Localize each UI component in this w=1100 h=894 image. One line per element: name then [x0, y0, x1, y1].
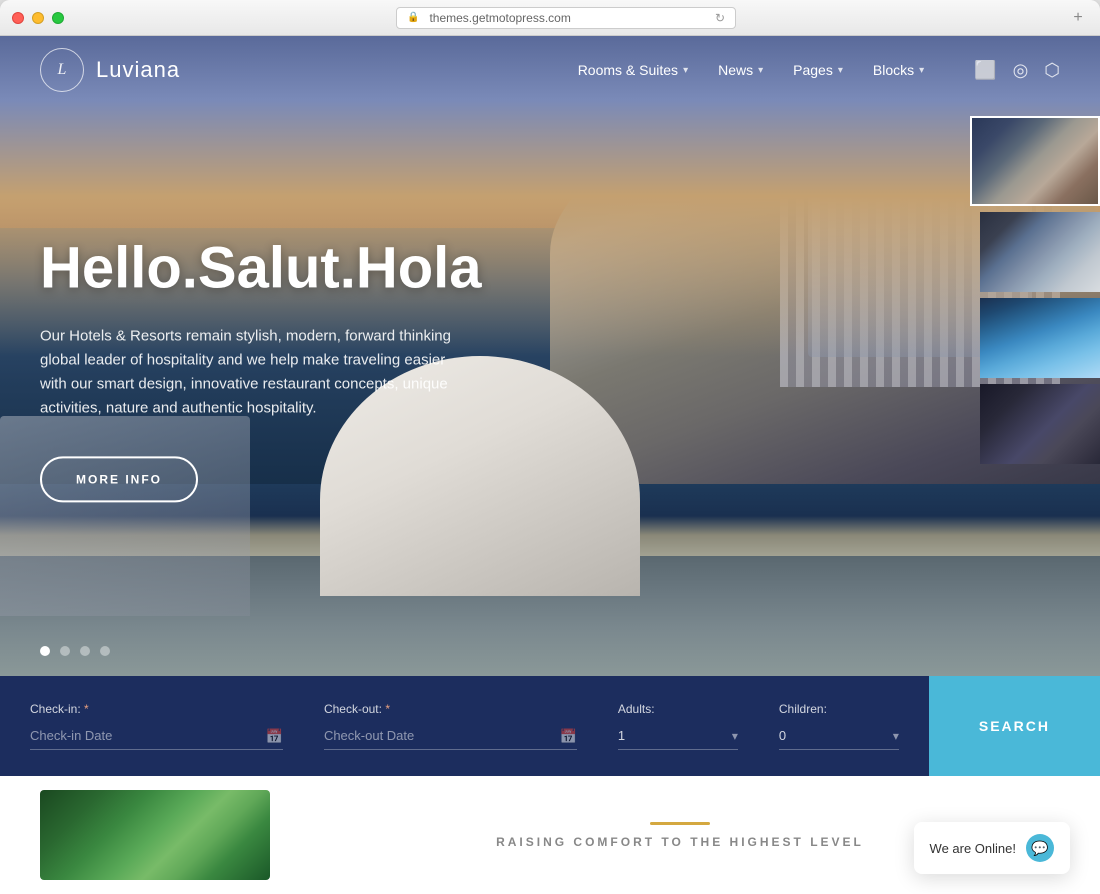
gallery-thumb-1[interactable]: [970, 116, 1100, 206]
bottom-section: RAISING COMFORT TO THE HIGHEST LEVEL We …: [0, 776, 1100, 894]
gallery-thumb-3[interactable]: [980, 298, 1100, 378]
chevron-down-icon: ▾: [683, 65, 688, 76]
hero-content: Hello.Salut.Hola Our Hotels & Resorts re…: [40, 236, 482, 502]
slide-dot-3[interactable]: [80, 646, 90, 656]
brand-name: Luviana: [96, 57, 180, 83]
checkin-required: *: [84, 702, 89, 716]
chevron-down-icon: ▾: [758, 65, 763, 76]
slide-dots: [40, 646, 110, 656]
site-content: L Luviana Rooms & Suites ▾ News ▾ Pages: [0, 36, 1100, 894]
hero-subtitle: Our Hotels & Resorts remain stylish, mod…: [40, 324, 470, 420]
gallery-thumb-4[interactable]: [980, 384, 1100, 464]
hero-gallery: [900, 116, 1100, 464]
nav-rooms-suites[interactable]: Rooms & Suites ▾: [578, 62, 688, 78]
adults-select-wrap: 1 2 3 4: [618, 722, 738, 750]
adults-select[interactable]: 1 2 3 4: [618, 722, 738, 750]
calendar-icon-2: 📅: [559, 728, 576, 745]
nav-blocks[interactable]: Blocks ▾: [873, 62, 924, 78]
address-bar[interactable]: 🔒 themes.getmotopress.com ↻: [396, 7, 736, 29]
checkout-required: *: [385, 702, 390, 716]
close-button[interactable]: [12, 12, 24, 24]
new-tab-button[interactable]: +: [1068, 8, 1088, 28]
nav-links: Rooms & Suites ▾ News ▾ Pages ▾ Blocks ▾: [578, 60, 1060, 81]
hero-section: L Luviana Rooms & Suites ▾ News ▾ Pages: [0, 36, 1100, 676]
checkin-label: Check-in: *: [30, 702, 283, 716]
tripadvisor-icon[interactable]: ◎: [1013, 60, 1029, 81]
refresh-icon[interactable]: ↻: [715, 11, 725, 25]
chat-widget[interactable]: We are Online! 💬: [914, 822, 1070, 874]
booking-bar: Check-in: * 📅 Check-out: *: [0, 676, 1100, 776]
nav-logo[interactable]: L Luviana: [40, 48, 180, 92]
bottom-thumbnail: [40, 790, 270, 880]
checkout-input[interactable]: [324, 722, 577, 750]
lock-icon: 🔒: [407, 12, 419, 23]
slide-dot-1[interactable]: [40, 646, 50, 656]
minimize-button[interactable]: [32, 12, 44, 24]
url-text: themes.getmotopress.com: [429, 11, 570, 25]
address-bar-container: 🔒 themes.getmotopress.com ↻: [72, 7, 1060, 29]
booking-fields: Check-in: * 📅 Check-out: *: [0, 676, 929, 776]
gallery-thumb-2[interactable]: [980, 212, 1100, 292]
adults-label: Adults:: [618, 702, 738, 716]
navbar: L Luviana Rooms & Suites ▾ News ▾ Pages: [0, 36, 1100, 104]
children-field: Children: 0 1 2 3: [779, 702, 899, 750]
slide-dot-4[interactable]: [100, 646, 110, 656]
children-label: Children:: [779, 702, 899, 716]
chat-label: We are Online!: [930, 841, 1016, 856]
checkout-field: Check-out: * 📅: [324, 702, 577, 750]
checkin-input[interactable]: [30, 722, 283, 750]
tagline-line: [650, 822, 710, 825]
search-button[interactable]: SEARCH: [929, 676, 1100, 776]
chat-icon: 💬: [1026, 834, 1054, 862]
maximize-button[interactable]: [52, 12, 64, 24]
calendar-icon: 📅: [266, 728, 283, 745]
adults-field: Adults: 1 2 3 4: [618, 702, 738, 750]
nav-social: ⬜ ◎ ⬡: [974, 60, 1060, 81]
foursquare-icon[interactable]: ⬡: [1044, 60, 1060, 81]
checkin-field: Check-in: * 📅: [30, 702, 283, 750]
children-select[interactable]: 0 1 2 3: [779, 722, 899, 750]
children-select-wrap: 0 1 2 3: [779, 722, 899, 750]
logo-emblem: L: [40, 48, 84, 92]
checkin-input-wrap: 📅: [30, 722, 283, 750]
nav-news[interactable]: News ▾: [718, 62, 763, 78]
more-info-button[interactable]: MORE INFO: [40, 456, 198, 502]
bottom-thumb-image: [40, 790, 270, 880]
checkout-label: Check-out: *: [324, 702, 577, 716]
browser-window: 🔒 themes.getmotopress.com ↻ +: [0, 0, 1100, 894]
browser-titlebar: 🔒 themes.getmotopress.com ↻ +: [0, 0, 1100, 36]
checkout-input-wrap: 📅: [324, 722, 577, 750]
chevron-down-icon: ▾: [919, 65, 924, 76]
hero-title: Hello.Salut.Hola: [40, 236, 482, 300]
chevron-down-icon: ▾: [838, 65, 843, 76]
instagram-icon[interactable]: ⬜: [974, 60, 996, 81]
slide-dot-2[interactable]: [60, 646, 70, 656]
nav-pages[interactable]: Pages ▾: [793, 62, 843, 78]
